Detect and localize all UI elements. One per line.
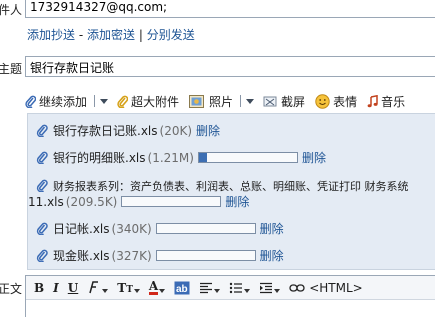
chevron-down-icon [244, 288, 251, 293]
photo-icon [189, 94, 205, 108]
delete-attachment-link[interactable]: 删除 [302, 149, 326, 166]
music-note-icon [367, 94, 378, 107]
music-label: 音乐 [381, 94, 406, 109]
continue-add-label: 继续添加 [39, 94, 88, 109]
attachment-size: (340K) [111, 221, 152, 236]
indent-button[interactable] [259, 279, 281, 297]
insert-link-button[interactable] [289, 279, 305, 297]
attachment-name: 银行的明细账.xls [53, 151, 146, 165]
indent-icon [260, 282, 273, 293]
screenshot-icon [263, 96, 277, 106]
attachment-item-continued: 11.xls (209.5K) 删除 [28, 193, 249, 210]
format-toolbar: B I U TT A ab <HTML> [26, 276, 435, 300]
attachment-size: (209.5K) [65, 194, 118, 209]
attachment-size: (327K) [111, 248, 152, 263]
upload-progress-bar [121, 196, 222, 207]
attachment-item: 银行的明细账.xls (1.21M) 删除 [36, 149, 326, 166]
paperclip-icon [36, 151, 48, 164]
attachment-name: 财务报表系列：资产负债表、利润表、总账、明细账、凭证打印 财务系统 [53, 180, 409, 193]
screenshot-label: 截屏 [281, 94, 306, 109]
delete-attachment-link[interactable]: 删除 [260, 220, 284, 237]
attachment-item: 现金账.xls (327K) 删除 [36, 247, 284, 264]
separate-send-link[interactable]: 分别发送 [147, 28, 195, 42]
upload-progress-bar [155, 250, 256, 261]
add-bcc-link[interactable]: 添加密送 [87, 28, 135, 42]
chevron-down-icon [214, 288, 221, 293]
align-left-icon [200, 282, 213, 293]
font-icon [89, 281, 99, 294]
subject-field[interactable]: 银行存款日记账 [25, 56, 435, 77]
attachment-list: 银行存款日记账.xls (20K) 删除 银行的明细账.xls (1.21M) … [27, 113, 435, 270]
html-toggle-button[interactable]: <HTML> [309, 279, 363, 297]
large-paperclip-icon [117, 95, 129, 108]
svg-text:ab: ab [176, 284, 188, 295]
align-button[interactable] [199, 279, 221, 297]
highlight-icon: ab [174, 281, 190, 295]
attachment-name: 现金账.xls [53, 249, 110, 263]
screenshot-button[interactable]: 截屏 [263, 93, 305, 110]
photo-button[interactable]: 照片 [189, 93, 233, 110]
emoji-label: 表情 [333, 94, 358, 109]
bulleted-list-icon [230, 282, 243, 293]
subject-value: 银行存款日记账 [30, 61, 115, 75]
photo-dropdown-icon[interactable] [246, 98, 255, 104]
pipe-separator: | [138, 28, 143, 42]
delete-attachment-link[interactable]: 删除 [260, 247, 284, 264]
dash-separator: - [78, 28, 84, 42]
font-size-small-icon: T [126, 284, 133, 295]
recipient-field[interactable]: 1732914327@qq.com; [25, 0, 435, 18]
link-icon [289, 283, 305, 292]
smiley-icon [315, 93, 330, 109]
large-attachment-label: 超大附件 [131, 94, 180, 109]
attachment-size: (1.21M) [147, 150, 194, 165]
underline-button[interactable]: U [68, 279, 78, 297]
emoji-button[interactable]: 表情 [315, 93, 357, 110]
font-size-button[interactable]: TT [117, 279, 140, 297]
upload-progress-bar [197, 152, 298, 163]
continue-add-dropdown-icon[interactable] [100, 98, 109, 104]
paperclip-icon [36, 124, 48, 137]
italic-button[interactable]: I [53, 279, 59, 297]
music-button[interactable]: 音乐 [367, 93, 405, 110]
subject-label: 主题 [0, 62, 23, 76]
background-color-button[interactable]: ab [174, 279, 190, 297]
large-attachment-button[interactable]: 超大附件 [117, 93, 179, 110]
attachment-toolbar: 继续添加 超大附件 照片 截屏 表情 音乐 [25, 92, 435, 110]
continue-add-button[interactable]: 继续添加 [25, 93, 87, 110]
font-size-icon: T [117, 280, 127, 295]
font-color-button[interactable]: A [148, 279, 166, 297]
paperclip-icon [36, 179, 48, 192]
chevron-down-icon [102, 288, 109, 293]
add-cc-link[interactable]: 添加抄送 [27, 28, 75, 42]
cc-links: 添加抄送 - 添加密送 | 分别发送 [27, 26, 195, 43]
upload-progress-bar [155, 223, 256, 234]
attachment-item: 银行存款日记账.xls (20K) 删除 [36, 122, 220, 139]
attachment-item: 财务报表系列：资产负债表、利润表、总账、明细账、凭证打印 财务系统 [36, 178, 409, 194]
photo-label: 照片 [209, 94, 234, 109]
recipient-value: 1732914327@qq.com; [30, 0, 168, 14]
body-label: 正文 [0, 282, 23, 296]
delete-attachment-link[interactable]: 删除 [225, 193, 249, 210]
toolbar-divider [94, 95, 96, 107]
chevron-down-icon [159, 288, 166, 293]
recipient-label: 件人 [0, 3, 23, 17]
toolbar-divider [240, 95, 242, 107]
chevron-down-icon [133, 288, 140, 293]
delete-attachment-link[interactable]: 删除 [196, 122, 220, 139]
attachment-name: 银行存款日记账.xls [53, 124, 158, 138]
attachment-size: (20K) [159, 123, 193, 138]
attachment-name-line2: 11.xls [28, 194, 64, 209]
attachment-item: 日记帐.xls (340K) 删除 [36, 220, 284, 237]
font-family-button[interactable] [87, 279, 109, 297]
paperclip-icon [25, 95, 36, 108]
list-button[interactable] [229, 279, 251, 297]
chevron-down-icon [274, 288, 281, 293]
upload-progress-fill [198, 153, 207, 162]
attachment-name: 日记帐.xls [53, 222, 110, 236]
bold-button[interactable]: B [34, 279, 44, 297]
paperclip-icon [36, 249, 48, 262]
paperclip-icon [36, 222, 48, 235]
body-editor[interactable]: B I U TT A ab <HTML> [25, 275, 435, 317]
font-color-icon: A [148, 279, 159, 295]
